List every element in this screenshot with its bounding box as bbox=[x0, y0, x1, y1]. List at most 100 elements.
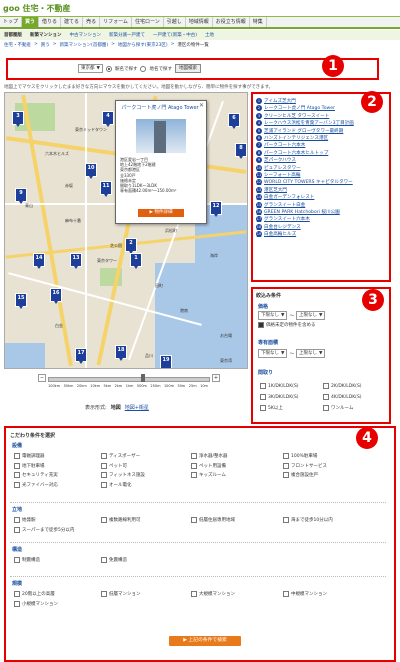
list-item-name[interactable]: 港区芝大門 bbox=[264, 187, 287, 193]
map-property-pin[interactable]: 11 bbox=[100, 181, 112, 197]
map-property-pin[interactable]: 2 bbox=[125, 238, 137, 254]
condition-option[interactable]: ペット用設備 bbox=[191, 462, 226, 469]
global-nav-tab[interactable]: 売る bbox=[83, 17, 101, 27]
condition-checkbox[interactable] bbox=[14, 591, 20, 597]
map-property-pin[interactable]: 3 bbox=[12, 111, 24, 127]
condition-checkbox[interactable] bbox=[14, 462, 20, 469]
condition-checkbox[interactable] bbox=[101, 453, 107, 459]
map-property-pin[interactable]: 13 bbox=[70, 253, 82, 269]
list-item[interactable]: 2 レークコート虎ノ門 Atago Tower bbox=[256, 105, 366, 112]
global-nav-tab[interactable]: トップ bbox=[0, 17, 23, 27]
condition-option[interactable]: 光ファイバー対応 bbox=[14, 481, 58, 488]
map-property-pin[interactable]: 8 bbox=[235, 143, 247, 159]
condition-checkbox[interactable] bbox=[101, 472, 107, 478]
list-item[interactable]: 3 クリーンヒル芝 タワースイート bbox=[256, 112, 366, 119]
list-item[interactable]: 1 アイムズ芝大門 bbox=[256, 98, 366, 104]
list-item[interactable]: 15 グランスイート白金 bbox=[256, 201, 366, 208]
condition-checkbox[interactable] bbox=[283, 453, 289, 459]
condition-option[interactable]: 免震構造 bbox=[101, 557, 127, 563]
list-item[interactable]: 9 芝パークハウス bbox=[256, 157, 366, 164]
condition-option[interactable]: ペット可 bbox=[101, 462, 127, 469]
condition-option[interactable]: 複数路線利用可 bbox=[101, 517, 141, 523]
layout-checkbox[interactable] bbox=[323, 394, 329, 400]
list-item[interactable]: 19 白金高輪ヒルズ bbox=[256, 231, 366, 238]
condition-checkbox[interactable] bbox=[191, 462, 197, 469]
list-item[interactable]: 7 パークコート六本木 bbox=[256, 142, 366, 149]
condition-checkbox[interactable] bbox=[14, 600, 20, 607]
map-property-pin[interactable]: 6 bbox=[228, 113, 240, 129]
zoom-handle[interactable] bbox=[140, 374, 145, 382]
global-nav-tab[interactable]: リフォーム bbox=[100, 17, 132, 27]
map-property-pin[interactable]: 19 bbox=[160, 355, 172, 368]
map-property-pin[interactable]: 12 bbox=[210, 201, 222, 217]
condition-option[interactable]: オール電化 bbox=[101, 481, 132, 488]
condition-checkbox[interactable] bbox=[14, 526, 20, 533]
condition-checkbox[interactable] bbox=[191, 591, 197, 597]
condition-checkbox[interactable] bbox=[283, 517, 289, 523]
map-property-pin[interactable]: 14 bbox=[33, 253, 45, 269]
condition-option[interactable]: 大規模マンション bbox=[191, 591, 235, 597]
global-nav-tab[interactable]: 引越し bbox=[164, 17, 186, 27]
list-item[interactable]: 4 レークハウス浜松を青葉アーバン3丁目計画 bbox=[256, 120, 366, 127]
condition-checkbox[interactable] bbox=[101, 517, 107, 523]
breadcrumb-item[interactable]: 住宅・不動産 bbox=[4, 42, 31, 50]
global-nav-tab[interactable]: 地域情報 bbox=[186, 17, 213, 27]
condition-option[interactable]: 海まで徒歩10分以内 bbox=[283, 517, 333, 523]
map-property-pin[interactable]: 9 bbox=[15, 188, 27, 204]
list-item[interactable]: 17 グランスイート六本木 bbox=[256, 216, 366, 223]
list-item-name[interactable]: アイムズ芝大門 bbox=[264, 98, 296, 104]
condition-checkbox[interactable] bbox=[101, 591, 107, 597]
list-item-name[interactable]: 芝パークハウス bbox=[264, 157, 296, 163]
condition-checkbox[interactable] bbox=[101, 481, 107, 488]
display-satellite-link[interactable]: 地図+衛星 bbox=[125, 404, 149, 411]
map-property-pin[interactable]: 17 bbox=[75, 348, 87, 364]
global-nav-tab[interactable]: 建てる bbox=[61, 17, 84, 27]
layout-checkbox[interactable] bbox=[323, 405, 329, 411]
condition-option[interactable]: 小規模マンション bbox=[14, 600, 58, 607]
condition-checkbox[interactable] bbox=[283, 591, 289, 597]
condition-option[interactable]: キッズルーム bbox=[191, 472, 226, 478]
list-item-name[interactable]: GREEN PARK Hatchobori 桜川公園 bbox=[264, 209, 340, 215]
sub-nav-item[interactable]: 新築マンション bbox=[26, 32, 66, 38]
list-item-name[interactable]: 白金高輪ヒルズ bbox=[264, 231, 296, 237]
layout-option[interactable]: 3K/DK/LDK(S) bbox=[260, 394, 299, 400]
condition-checkbox[interactable] bbox=[283, 462, 289, 469]
city-radio[interactable] bbox=[140, 65, 147, 72]
condition-checkbox[interactable] bbox=[101, 557, 107, 563]
list-item[interactable]: 10 ピュアレスタワー bbox=[256, 164, 366, 171]
list-item-name[interactable]: クリーンヒル芝 タワースイート bbox=[264, 113, 329, 119]
global-nav-tab[interactable]: 借りる bbox=[39, 17, 62, 27]
list-item-name[interactable]: シーフォート高輪 bbox=[264, 172, 300, 178]
layout-option[interactable]: 1K/DK/LDK(S) bbox=[260, 383, 299, 389]
zoom-track[interactable] bbox=[48, 377, 210, 382]
breadcrumb-item[interactable]: 地図から探す(東京23区) bbox=[118, 42, 168, 50]
layout-checkbox[interactable] bbox=[260, 383, 266, 389]
layout-checkbox[interactable] bbox=[323, 383, 329, 389]
condition-option[interactable]: 始発駅 bbox=[14, 517, 36, 523]
sub-nav-item[interactable]: 新築分譲一戸建て bbox=[105, 32, 149, 38]
map-property-pin[interactable]: 18 bbox=[115, 345, 127, 361]
list-item[interactable]: 12 WORLD CITY TOWERS キャピタルタワー bbox=[256, 179, 366, 186]
layout-option[interactable]: 4K/DK/LDK(S) bbox=[323, 394, 362, 400]
property-detail-button[interactable]: ▶ 物件詳細 bbox=[138, 209, 184, 217]
condition-checkbox[interactable] bbox=[283, 472, 289, 478]
condition-option[interactable]: 低層住居専用地域 bbox=[191, 517, 235, 523]
popup-title[interactable]: パークコート虎ノ門 Atago Tower bbox=[120, 105, 200, 111]
condition-option[interactable]: フロントサービス bbox=[283, 462, 327, 469]
map-property-pin[interactable]: 1 bbox=[130, 253, 142, 269]
list-item-name[interactable]: グランスイート六本木 bbox=[264, 216, 310, 222]
condition-option[interactable]: 中規模マンション bbox=[283, 591, 327, 597]
condition-option[interactable]: 複合施設住戸 bbox=[283, 472, 318, 478]
map-property-pin[interactable]: 10 bbox=[85, 163, 97, 179]
layout-checkbox[interactable] bbox=[260, 405, 266, 411]
condition-checkbox[interactable] bbox=[14, 481, 20, 488]
zoom-in-icon[interactable]: + bbox=[212, 374, 220, 382]
map-search-button[interactable]: 地図検索 bbox=[174, 64, 201, 73]
sub-nav-item[interactable]: 土地 bbox=[201, 32, 218, 38]
global-nav-tab[interactable]: 買う bbox=[22, 17, 40, 27]
list-item-name[interactable]: レークハウス浜松を青葉アーバン3丁目計画 bbox=[264, 120, 354, 126]
global-nav-tab[interactable]: お役立ち情報 bbox=[213, 17, 250, 27]
list-item[interactable]: 11 シーフォート高輪 bbox=[256, 172, 366, 178]
map-property-pin[interactable]: 4 bbox=[102, 111, 114, 127]
list-item-name[interactable]: 芝浦アイランド グローヴタワー最終期 bbox=[264, 128, 343, 134]
